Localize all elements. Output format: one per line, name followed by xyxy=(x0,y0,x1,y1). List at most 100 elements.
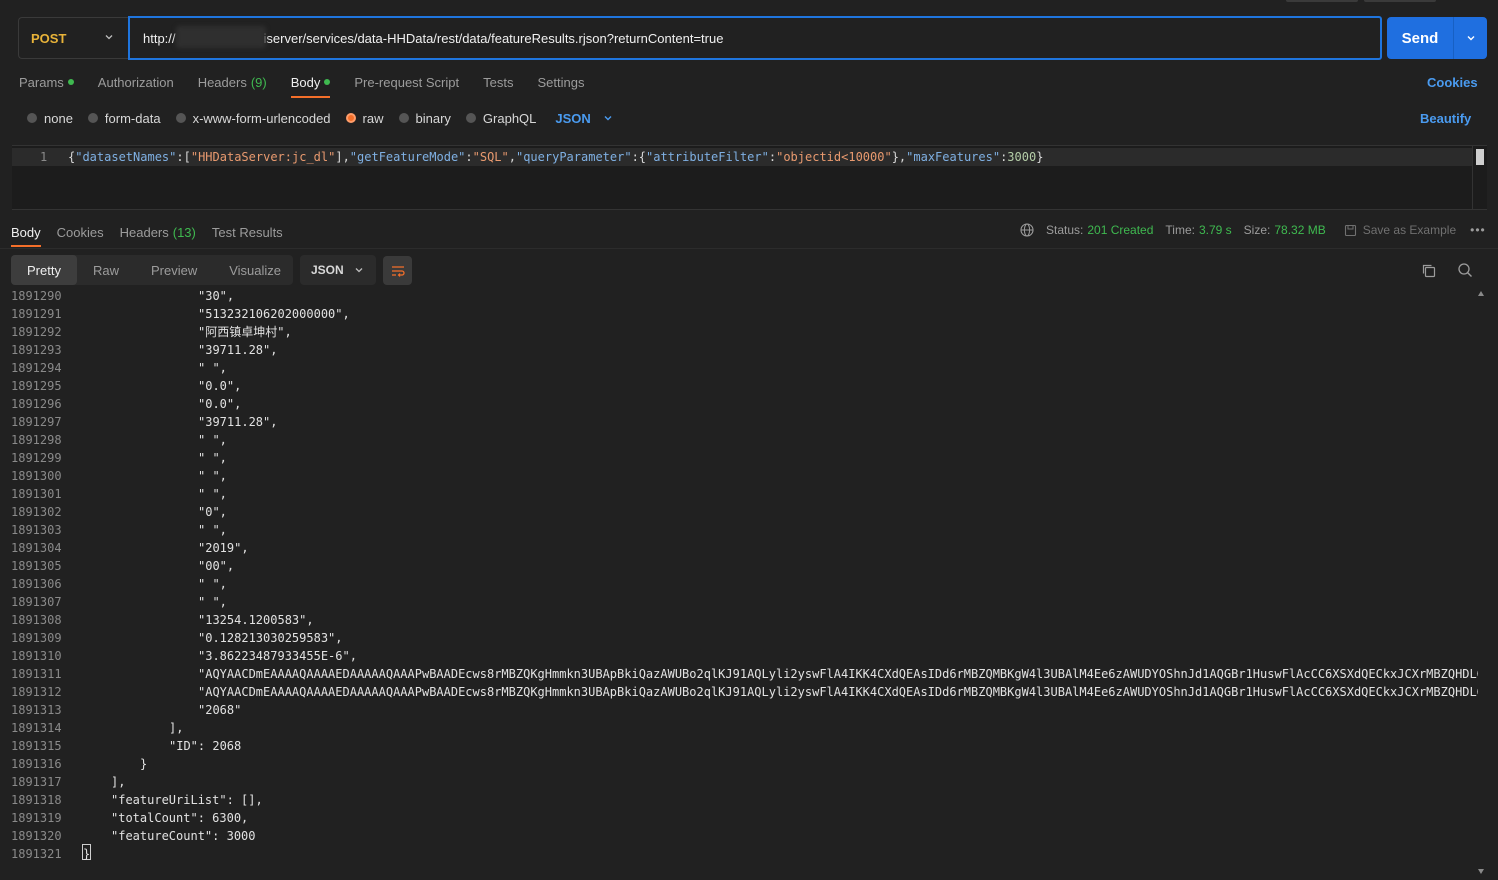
tab-label: Pre-request Script xyxy=(354,74,460,90)
line-text: "39711.28", xyxy=(198,415,278,429)
response-tab-body[interactable]: Body xyxy=(11,225,41,247)
radio-label: binary xyxy=(415,110,451,126)
code-token: "HHDataServer:jc_dl" xyxy=(190,150,336,164)
line-number: 1891300 xyxy=(11,469,62,483)
send-button[interactable]: Send xyxy=(1387,17,1487,59)
cookies-link[interactable]: Cookies xyxy=(1427,75,1478,90)
redaction-mask xyxy=(176,26,266,48)
save-icon xyxy=(1344,224,1357,237)
line-number: 1891304 xyxy=(11,541,62,555)
tab-headers[interactable]: Headers (9) xyxy=(198,72,267,92)
response-format-select[interactable]: JSON xyxy=(300,255,376,285)
response-view-toggle: Pretty Raw Preview Visualize xyxy=(11,255,293,285)
line-number: 1891291 xyxy=(11,307,62,321)
view-preview[interactable]: Preview xyxy=(135,255,213,285)
send-options-chevron-icon[interactable] xyxy=(1454,33,1487,43)
response-body-viewer[interactable]: 1891290 "30", 1891291 "513232106202000000",… xyxy=(0,290,1478,880)
editor-scrollbar[interactable] xyxy=(1476,149,1484,165)
beautify-link[interactable]: Beautify xyxy=(1420,111,1471,126)
radio-raw[interactable]: raw xyxy=(345,111,384,126)
method-label: POST xyxy=(31,30,67,46)
line-text: "0", xyxy=(198,505,227,519)
search-icon[interactable] xyxy=(1457,262,1473,281)
status-value[interactable]: 201 Created xyxy=(1087,223,1153,237)
line-text: } xyxy=(83,847,91,861)
tab-label: Headers xyxy=(197,74,247,90)
code-token: "SQL" xyxy=(472,150,509,164)
save-as-example-button[interactable]: Save as Example xyxy=(1344,223,1456,237)
body-type-selector: none form-data x-www-form-urlencoded raw bin… xyxy=(27,110,613,126)
line-number: 1891312 xyxy=(11,685,62,699)
radio-graphql[interactable]: GraphQL xyxy=(465,110,537,126)
line-number: 1891319 xyxy=(11,811,62,825)
size-label: Size: xyxy=(1243,223,1271,237)
code-token: :[ xyxy=(176,150,191,164)
code-token: "getFeatureMode" xyxy=(349,150,466,164)
line-number: 1891321 xyxy=(11,847,62,861)
code-token: "queryParameter" xyxy=(515,150,632,164)
chevron-down-icon xyxy=(603,111,613,126)
line-text: "阿西镇卓坤村", xyxy=(198,325,292,339)
tab-label: Cookies xyxy=(56,224,104,240)
line-text: ], xyxy=(111,775,126,789)
url-input[interactable]: http:// iserver/services/data-HHData/res… xyxy=(128,16,1382,60)
editor-code-line[interactable]: {"datasetNames":["HHDataServer:jc_dl"],"… xyxy=(68,150,1043,164)
line-number: 1891298 xyxy=(11,433,62,447)
radio-form-data[interactable]: form-data xyxy=(87,111,161,126)
line-text: "2019", xyxy=(198,541,249,555)
line-text: "513232106202000000", xyxy=(198,307,350,321)
line-number: 1891296 xyxy=(11,397,62,411)
radio-binary[interactable]: binary xyxy=(398,110,451,126)
tab-label: Authorization xyxy=(97,74,174,90)
line-number: 1891308 xyxy=(11,613,62,627)
body-language-select[interactable]: JSON xyxy=(555,111,612,126)
line-text: "0.128213030259583", xyxy=(198,631,343,645)
line-number: 1891311 xyxy=(11,667,62,681)
line-number: 1891313 xyxy=(11,703,62,717)
view-visualize[interactable]: Visualize xyxy=(213,255,297,285)
tab-body[interactable]: Body xyxy=(290,72,331,98)
code-token: :{ xyxy=(631,150,647,164)
radio-label: none xyxy=(44,110,73,126)
line-text: "ID": 2068 xyxy=(169,739,242,753)
save-as-example-label: Save as Example xyxy=(1362,223,1457,237)
tab-authorization[interactable]: Authorization xyxy=(98,72,174,92)
radio-none[interactable]: none xyxy=(27,111,73,126)
tab-label: Headers xyxy=(119,224,169,240)
line-number: 1891315 xyxy=(11,739,62,753)
line-text: "30", xyxy=(198,290,235,303)
line-number: 1891318 xyxy=(11,793,62,807)
tab-settings[interactable]: Settings xyxy=(537,72,584,92)
globe-icon[interactable] xyxy=(1020,223,1034,237)
radio-x-www-form-urlencoded[interactable]: x-www-form-urlencoded xyxy=(175,111,331,126)
view-raw[interactable]: Raw xyxy=(77,255,135,285)
radio-button-icon xyxy=(398,113,409,123)
request-body-editor[interactable]: 1 {"datasetNames":["HHDataServer:jc_dl"]… xyxy=(12,145,1487,210)
code-token: }, xyxy=(891,150,907,164)
size-value[interactable]: 78.32 MB xyxy=(1274,223,1325,237)
line-number: 1891317 xyxy=(11,775,62,789)
view-pretty[interactable]: Pretty xyxy=(11,255,77,285)
line-text: "featureUriList": [], xyxy=(111,793,263,807)
line-text: "0.0", xyxy=(198,379,242,393)
scroll-down-icon[interactable] xyxy=(1478,869,1484,874)
response-scrollbar[interactable] xyxy=(1478,290,1486,880)
line-number: 1891307 xyxy=(11,595,62,609)
response-tab-cookies[interactable]: Cookies xyxy=(57,225,104,240)
tab-pre-request-script[interactable]: Pre-request Script xyxy=(354,72,459,92)
tab-tests[interactable]: Tests xyxy=(483,72,513,92)
line-number: 1891306 xyxy=(11,577,62,591)
more-options-icon[interactable]: ••• xyxy=(1470,223,1486,237)
response-tab-headers[interactable]: Headers (13) xyxy=(120,225,196,240)
tab-params[interactable]: Params xyxy=(19,72,74,92)
line-text: "AQYAACDmEAAAAQAAAAEDAAAAAQAAAPwBAADEcws… xyxy=(198,667,1478,681)
response-tab-test-results[interactable]: Test Results xyxy=(212,225,283,240)
time-value[interactable]: 3.79 s xyxy=(1199,223,1232,237)
method-select[interactable]: POST xyxy=(18,17,128,59)
scroll-up-icon[interactable] xyxy=(1478,291,1484,296)
tab-label: Settings xyxy=(537,74,585,90)
radio-label: GraphQL xyxy=(482,110,537,126)
wrap-lines-button[interactable] xyxy=(383,256,412,285)
copy-icon[interactable] xyxy=(1421,263,1437,282)
radio-button-icon xyxy=(87,113,98,123)
